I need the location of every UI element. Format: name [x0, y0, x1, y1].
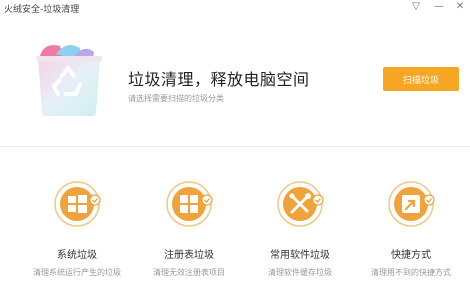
page-title: 垃圾清理，释放电脑空间 [128, 70, 310, 89]
category-desc: 清理用不到的快捷方式 [371, 268, 451, 277]
recycle-box-illustration [30, 38, 108, 118]
category-desc: 清理软件缓存垃圾 [268, 268, 332, 277]
category-shortcuts[interactable]: 快捷方式 清理用不到的快捷方式 [356, 180, 466, 278]
tools-icon [276, 180, 324, 228]
page-subtitle: 请选择需要扫描的垃圾分类 [128, 94, 224, 103]
title-bar: 火绒安全-垃圾清理 ▽ — ✕ [0, 0, 470, 16]
registry-icon [165, 180, 213, 228]
category-registry-junk[interactable]: 注册表垃圾 清理无效注册表项目 [134, 180, 244, 278]
category-name: 注册表垃圾 [164, 250, 214, 261]
category-desc: 清理无效注册表项目 [153, 268, 225, 277]
close-button[interactable]: ✕ [452, 0, 468, 14]
divider [0, 146, 470, 147]
category-name: 常用软件垃圾 [270, 250, 330, 261]
category-system-junk[interactable]: 系统垃圾 清理系统运行产生的垃圾 [22, 180, 132, 278]
app-title: 火绒安全-垃圾清理 [4, 5, 80, 15]
menu-dropdown-icon[interactable]: ▽ [408, 0, 424, 14]
shortcut-icon [387, 180, 435, 228]
category-software-junk[interactable]: 常用软件垃圾 清理软件缓存垃圾 [245, 180, 355, 278]
category-name: 系统垃圾 [57, 250, 97, 261]
category-desc: 清理系统运行产生的垃圾 [33, 268, 121, 277]
windows-icon [53, 180, 101, 228]
category-name: 快捷方式 [391, 250, 431, 261]
minimize-button[interactable]: — [431, 0, 447, 14]
scan-button[interactable]: 扫描垃圾 [383, 67, 459, 91]
